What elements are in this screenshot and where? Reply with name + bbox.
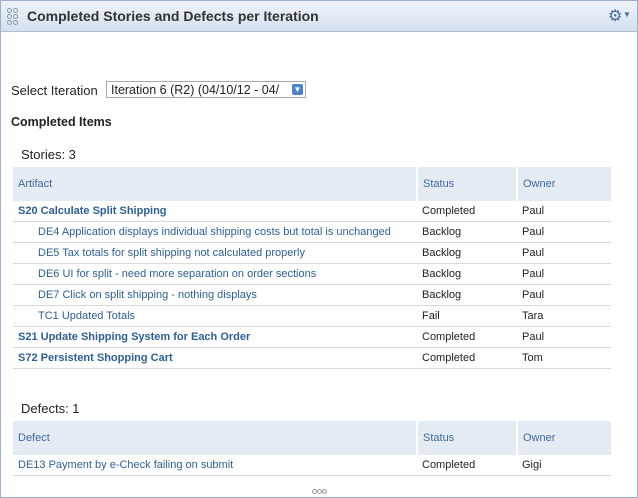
resize-handle-icon[interactable] xyxy=(312,489,328,495)
artifact-link[interactable]: S72 Persistent Shopping Cart xyxy=(13,347,417,369)
iteration-select[interactable]: Iteration 6 (R2) (04/10/12 - 04/ ▼ xyxy=(106,81,306,98)
chevron-down-icon[interactable]: ▼ xyxy=(623,10,631,19)
table-row: S20 Calculate Split Shipping Completed P… xyxy=(13,201,611,222)
owner-cell: Paul xyxy=(517,242,611,264)
table-row: TC1 Updated Totals Fail Tara xyxy=(13,305,611,327)
status-cell: Completed xyxy=(417,455,517,476)
completed-items-heading: Completed Items xyxy=(11,115,112,129)
status-cell: Completed xyxy=(417,326,517,348)
column-header-status[interactable]: Status xyxy=(417,421,518,455)
artifact-link[interactable]: DE4 Application displays individual ship… xyxy=(13,221,417,243)
title-bar[interactable]: Completed Stories and Defects per Iterat… xyxy=(1,1,637,32)
status-cell: Fail xyxy=(417,305,517,327)
column-header-status[interactable]: Status xyxy=(417,167,518,201)
column-header-defect[interactable]: Defect xyxy=(13,421,418,455)
status-cell: Completed xyxy=(417,201,517,222)
artifact-link[interactable]: TC1 Updated Totals xyxy=(13,305,417,327)
defects-table: Defect Status Owner DE13 Payment by e-Ch… xyxy=(13,421,611,476)
owner-cell: Paul xyxy=(517,284,611,306)
table-row: DE13 Payment by e-Check failing on submi… xyxy=(13,455,611,476)
table-row: S72 Persistent Shopping Cart Completed T… xyxy=(13,347,611,369)
status-cell: Completed xyxy=(417,347,517,369)
table-row: DE6 UI for split - need more separation … xyxy=(13,263,611,285)
gear-icon[interactable]: ⚙ xyxy=(608,6,622,26)
table-row: S21 Update Shipping System for Each Orde… xyxy=(13,326,611,348)
owner-cell: Tom xyxy=(517,347,611,369)
status-cell: Backlog xyxy=(417,284,517,306)
table-row: DE7 Click on split shipping - nothing di… xyxy=(13,284,611,306)
artifact-link[interactable]: DE5 Tax totals for split shipping not ca… xyxy=(13,242,417,264)
status-cell: Backlog xyxy=(417,242,517,264)
stories-count: Stories: 3 xyxy=(21,147,76,162)
status-cell: Backlog xyxy=(417,221,517,243)
table-row: DE5 Tax totals for split shipping not ca… xyxy=(13,242,611,264)
table-row: DE4 Application displays individual ship… xyxy=(13,221,611,243)
owner-cell: Paul xyxy=(517,221,611,243)
artifact-link[interactable]: S20 Calculate Split Shipping xyxy=(13,201,417,222)
drag-grip-icon[interactable] xyxy=(7,8,18,25)
stories-table: Artifact Status Owner S20 Calculate Spli… xyxy=(13,167,611,369)
artifact-link[interactable]: S21 Update Shipping System for Each Orde… xyxy=(13,326,417,348)
owner-cell: Gigi xyxy=(517,455,611,476)
column-header-owner[interactable]: Owner xyxy=(517,167,611,201)
owner-cell: Paul xyxy=(517,263,611,285)
artifact-link[interactable]: DE13 Payment by e-Check failing on submi… xyxy=(13,455,417,476)
dropdown-arrow-icon[interactable]: ▼ xyxy=(292,84,303,95)
iteration-select-value: Iteration 6 (R2) (04/10/12 - 04/ xyxy=(111,83,280,97)
owner-cell: Paul xyxy=(517,201,611,222)
artifact-link[interactable]: DE6 UI for split - need more separation … xyxy=(13,263,417,285)
iteration-label: Select Iteration xyxy=(11,83,98,98)
defects-count: Defects: 1 xyxy=(21,401,80,416)
artifact-link[interactable]: DE7 Click on split shipping - nothing di… xyxy=(13,284,417,306)
panel-title: Completed Stories and Defects per Iterat… xyxy=(27,8,319,24)
column-header-owner[interactable]: Owner xyxy=(517,421,611,455)
column-header-artifact[interactable]: Artifact xyxy=(13,167,418,201)
owner-cell: Paul xyxy=(517,326,611,348)
status-cell: Backlog xyxy=(417,263,517,285)
owner-cell: Tara xyxy=(517,305,611,327)
app-panel: Completed Stories and Defects per Iterat… xyxy=(0,0,638,498)
